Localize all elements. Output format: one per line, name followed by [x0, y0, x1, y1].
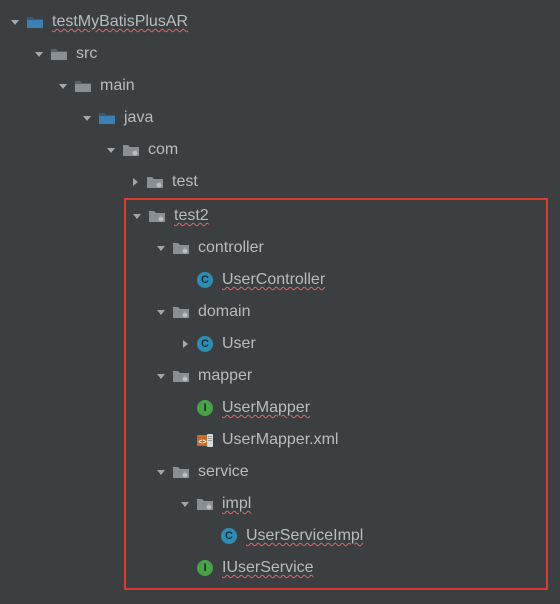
chevron-down-icon[interactable]	[178, 497, 192, 511]
node-main[interactable]: main	[8, 70, 560, 102]
chevron-down-icon[interactable]	[130, 209, 144, 223]
chevron-down-icon[interactable]	[8, 15, 22, 29]
node-label: domain	[198, 303, 250, 321]
node-label: impl	[222, 495, 251, 513]
package-icon	[122, 142, 140, 158]
chevron-down-icon[interactable]	[154, 465, 168, 479]
package-icon	[146, 174, 164, 190]
node-mapper[interactable]: mapper	[130, 360, 548, 392]
class-icon: C	[196, 336, 214, 352]
node-label: service	[198, 463, 249, 481]
node-src[interactable]: src	[8, 38, 560, 70]
class-icon: C	[196, 272, 214, 288]
interface-icon: I	[196, 400, 214, 416]
node-label: UserMapper	[222, 399, 310, 417]
node-i-user-service[interactable]: I IUserService	[130, 552, 548, 584]
chevron-down-icon[interactable]	[32, 47, 46, 61]
node-test2[interactable]: test2	[130, 200, 548, 232]
node-label: test2	[174, 207, 209, 225]
chevron-right-icon[interactable]	[178, 337, 192, 351]
xml-file-icon	[196, 432, 214, 448]
node-service[interactable]: service	[130, 456, 548, 488]
node-user-mapper[interactable]: I UserMapper	[130, 392, 548, 424]
folder-icon	[74, 78, 92, 94]
node-controller[interactable]: controller	[130, 232, 548, 264]
project-tree[interactable]: testMyBatisPlusAR src main java com test…	[0, 0, 560, 604]
node-user[interactable]: C User	[130, 328, 548, 360]
folder-icon	[50, 46, 68, 62]
node-root[interactable]: testMyBatisPlusAR	[8, 6, 560, 38]
chevron-down-icon[interactable]	[104, 143, 118, 157]
node-user-service-impl[interactable]: C UserServiceImpl	[130, 520, 548, 552]
package-icon	[172, 304, 190, 320]
package-icon	[172, 240, 190, 256]
source-folder-icon	[98, 110, 116, 126]
node-user-controller[interactable]: C UserController	[130, 264, 548, 296]
node-label: UserController	[222, 271, 325, 289]
node-label: User	[222, 335, 256, 353]
node-label: main	[100, 77, 135, 95]
node-label: controller	[198, 239, 264, 257]
chevron-down-icon[interactable]	[56, 79, 70, 93]
node-domain[interactable]: domain	[130, 296, 548, 328]
chevron-down-icon[interactable]	[80, 111, 94, 125]
node-label: mapper	[198, 367, 252, 385]
package-icon	[196, 496, 214, 512]
node-impl[interactable]: impl	[130, 488, 548, 520]
node-label: test	[172, 173, 198, 191]
chevron-down-icon[interactable]	[154, 369, 168, 383]
class-icon: C	[220, 528, 238, 544]
node-label: IUserService	[222, 559, 314, 577]
node-label: src	[76, 45, 97, 63]
node-test[interactable]: test	[8, 166, 560, 198]
package-icon	[148, 208, 166, 224]
node-com[interactable]: com	[8, 134, 560, 166]
node-label: UserMapper.xml	[222, 431, 338, 449]
chevron-down-icon[interactable]	[154, 241, 168, 255]
node-label: com	[148, 141, 178, 159]
chevron-right-icon[interactable]	[128, 175, 142, 189]
node-java[interactable]: java	[8, 102, 560, 134]
package-icon	[172, 368, 190, 384]
highlight-box: test2 controller C UserController domain…	[124, 198, 548, 590]
node-user-mapper-xml[interactable]: UserMapper.xml	[130, 424, 548, 456]
interface-icon: I	[196, 560, 214, 576]
chevron-down-icon[interactable]	[154, 305, 168, 319]
node-label: UserServiceImpl	[246, 527, 363, 545]
node-label: testMyBatisPlusAR	[52, 13, 188, 31]
package-icon	[172, 464, 190, 480]
module-folder-icon	[26, 14, 44, 30]
node-label: java	[124, 109, 153, 127]
